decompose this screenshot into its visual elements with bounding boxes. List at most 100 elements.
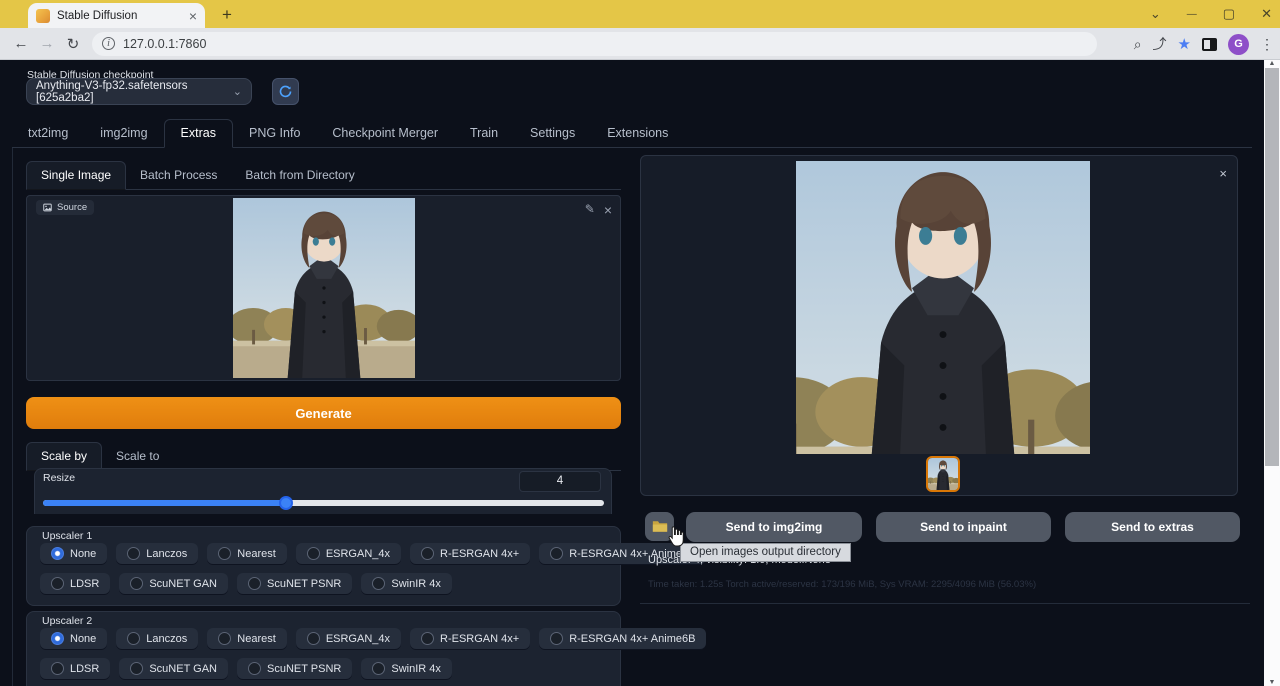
upscaler2-option-scunet-gan[interactable]: ScuNET GAN bbox=[119, 658, 228, 679]
resize-label: Resize bbox=[43, 472, 75, 484]
radio-icon bbox=[421, 547, 434, 560]
maximize-icon[interactable]: ▢ bbox=[1223, 6, 1235, 22]
upscaler2-label: Upscaler 2 bbox=[42, 615, 92, 627]
radio-icon bbox=[51, 662, 64, 675]
radio-icon bbox=[130, 577, 143, 590]
tab-png-info[interactable]: PNG Info bbox=[233, 120, 316, 147]
scroll-up-icon[interactable]: ▲ bbox=[1264, 60, 1280, 67]
upscaler2-option-esrgan4x[interactable]: ESRGAN_4x bbox=[296, 628, 401, 649]
send-button-row: Send to img2img Send to inpaint Send to … bbox=[640, 512, 1240, 542]
tab-search-icon[interactable]: ⌄ bbox=[1150, 6, 1161, 22]
option-label: Lanczos bbox=[146, 548, 187, 560]
tab-batch-from-directory[interactable]: Batch from Directory bbox=[231, 162, 368, 189]
clear-image-icon[interactable]: × bbox=[604, 202, 612, 218]
upscaler2-option-swinir4x[interactable]: SwinIR 4x bbox=[361, 658, 452, 679]
radio-icon bbox=[307, 547, 320, 560]
favicon-icon bbox=[36, 9, 50, 23]
radio-icon bbox=[127, 547, 140, 560]
option-label: None bbox=[70, 633, 96, 645]
site-info-icon[interactable]: i bbox=[102, 37, 115, 50]
radio-icon bbox=[550, 632, 563, 645]
forward-icon[interactable]: → bbox=[34, 35, 60, 52]
mouse-cursor-hand bbox=[664, 525, 686, 549]
resize-slider-handle[interactable] bbox=[279, 496, 293, 510]
refresh-checkpoints-button[interactable] bbox=[272, 78, 299, 105]
page-scrollbar[interactable]: ▲ ▼ bbox=[1264, 60, 1280, 686]
checkpoint-dropdown[interactable]: Anything-V3-fp32.safetensors [625a2ba2] … bbox=[26, 78, 252, 105]
upscaler1-option-scunet-gan[interactable]: ScuNET GAN bbox=[119, 573, 228, 594]
bookmark-star-icon[interactable]: ★ bbox=[1178, 35, 1191, 53]
tab-checkpoint-merger[interactable]: Checkpoint Merger bbox=[316, 120, 454, 147]
scale-mode-tabs: Scale by Scale to bbox=[26, 442, 621, 471]
chevron-down-icon: ⌄ bbox=[233, 85, 242, 98]
radio-icon bbox=[218, 632, 231, 645]
profile-avatar[interactable]: G bbox=[1228, 34, 1249, 55]
source-chip: Source bbox=[36, 200, 94, 215]
tab-scale-to[interactable]: Scale to bbox=[102, 443, 173, 470]
upscaler2-option-ldsr[interactable]: LDSR bbox=[40, 658, 110, 679]
upscaler2-option-nearest[interactable]: Nearest bbox=[207, 628, 287, 649]
tab-train[interactable]: Train bbox=[454, 120, 514, 147]
window-close-icon[interactable]: ✕ bbox=[1261, 6, 1272, 22]
source-image-dropzone[interactable]: Source ✎ × bbox=[26, 195, 621, 381]
radio-icon bbox=[51, 577, 64, 590]
scroll-down-icon[interactable]: ▼ bbox=[1264, 679, 1280, 686]
upscaler1-option-ldsr[interactable]: LDSR bbox=[40, 573, 110, 594]
upscaler1-option-swinir4x[interactable]: SwinIR 4x bbox=[361, 573, 452, 594]
browser-toolbar: ← → ↻ i 127.0.0.1:7860 bbox=[0, 28, 1280, 60]
scrollbar-thumb[interactable] bbox=[1265, 68, 1279, 466]
source-image bbox=[233, 198, 415, 378]
thumbnail-image bbox=[928, 477, 958, 492]
upscaler2-option-resrgan4x[interactable]: R-ESRGAN 4x+ bbox=[410, 628, 530, 649]
upscaler1-option-resrgan4x[interactable]: R-ESRGAN 4x+ bbox=[410, 543, 530, 564]
upscaler1-option-nearest[interactable]: Nearest bbox=[207, 543, 287, 564]
minimize-icon[interactable]: — bbox=[1187, 9, 1197, 20]
tab-scale-by[interactable]: Scale by bbox=[26, 442, 102, 471]
zoom-icon[interactable]: ⌕ bbox=[1134, 36, 1142, 53]
close-gallery-icon[interactable]: × bbox=[1219, 166, 1227, 181]
send-to-img2img-button[interactable]: Send to img2img bbox=[686, 512, 862, 542]
radio-icon bbox=[372, 577, 385, 590]
menu-dots-icon[interactable]: ⋮ bbox=[1260, 36, 1274, 53]
generate-button[interactable]: Generate bbox=[26, 397, 621, 429]
address-bar[interactable]: i 127.0.0.1:7860 bbox=[92, 32, 1097, 56]
tab-extras[interactable]: Extras bbox=[164, 119, 233, 148]
option-label: None bbox=[70, 548, 96, 560]
upscaler1-option-lanczos[interactable]: Lanczos bbox=[116, 543, 198, 564]
edit-image-icon[interactable]: ✎ bbox=[585, 202, 595, 218]
radio-icon bbox=[421, 632, 434, 645]
tab-img2img[interactable]: img2img bbox=[84, 120, 163, 147]
back-icon[interactable]: ← bbox=[8, 35, 34, 52]
side-panel-icon[interactable] bbox=[1202, 38, 1217, 51]
tab-settings[interactable]: Settings bbox=[514, 120, 591, 147]
tab-close-icon[interactable]: × bbox=[189, 9, 197, 23]
tab-single-image[interactable]: Single Image bbox=[26, 161, 126, 190]
upscaler2-option-scunet-psnr[interactable]: ScuNET PSNR bbox=[237, 658, 352, 679]
tab-title: Stable Diffusion bbox=[57, 10, 182, 22]
browser-tab[interactable]: Stable Diffusion × bbox=[28, 3, 205, 28]
url-text: 127.0.0.1:7860 bbox=[123, 37, 206, 51]
send-to-extras-button[interactable]: Send to extras bbox=[1065, 512, 1240, 542]
reload-icon[interactable]: ↻ bbox=[60, 35, 86, 53]
resize-slider[interactable] bbox=[43, 500, 604, 506]
result-image[interactable] bbox=[796, 161, 1090, 454]
upscaler1-option-scunet-psnr[interactable]: ScuNET PSNR bbox=[237, 573, 352, 594]
radio-icon bbox=[550, 547, 563, 560]
upscaler1-option-esrgan4x[interactable]: ESRGAN_4x bbox=[296, 543, 401, 564]
tab-extensions[interactable]: Extensions bbox=[591, 120, 684, 147]
footer-divider bbox=[640, 603, 1250, 604]
resize-number-input[interactable]: 4 bbox=[519, 471, 601, 492]
upscaler1-option-none[interactable]: None bbox=[40, 543, 107, 564]
image-icon bbox=[43, 203, 52, 212]
upscaler2-option-lanczos[interactable]: Lanczos bbox=[116, 628, 198, 649]
result-thumbnail[interactable] bbox=[926, 456, 960, 492]
tab-txt2img[interactable]: txt2img bbox=[12, 120, 84, 147]
upscaler2-option-none[interactable]: None bbox=[40, 628, 107, 649]
share-icon[interactable]: ⤴ bbox=[1153, 34, 1167, 54]
send-to-inpaint-button[interactable]: Send to inpaint bbox=[876, 512, 1051, 542]
option-label: Nearest bbox=[237, 548, 276, 560]
radio-selected-icon bbox=[51, 632, 64, 645]
new-tab-button[interactable]: + bbox=[216, 5, 238, 25]
tab-batch-process[interactable]: Batch Process bbox=[126, 162, 231, 189]
radio-icon bbox=[248, 577, 261, 590]
